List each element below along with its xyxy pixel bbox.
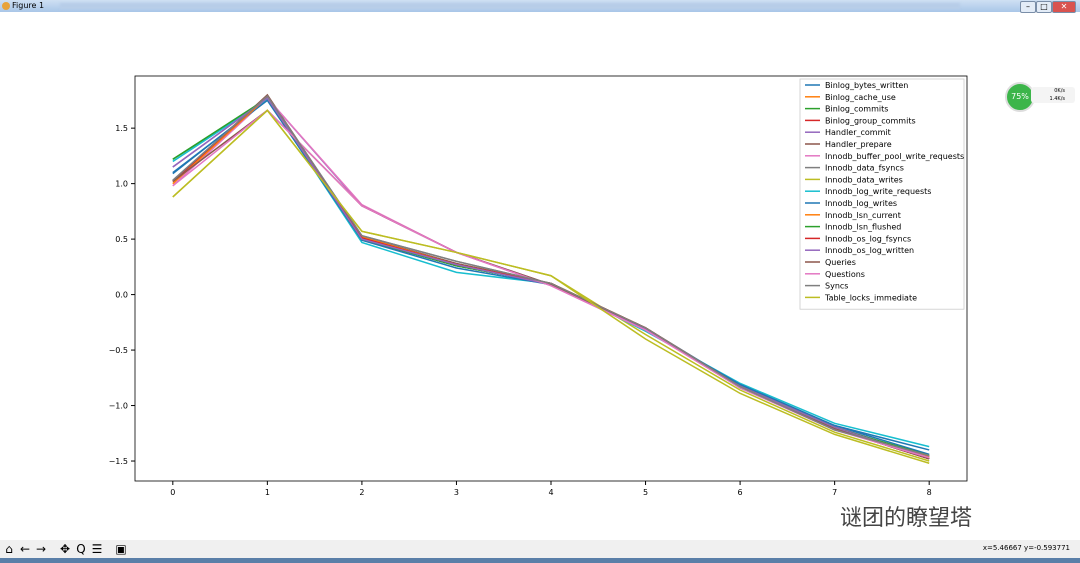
x-tick-label: 5 bbox=[643, 488, 648, 497]
legend-label: Table_locks_immediate bbox=[824, 293, 917, 302]
x-tick-label: 1 bbox=[265, 488, 270, 497]
legend-label: Innodb_data_fsyncs bbox=[825, 164, 904, 173]
navigation-toolbar: ⌂ ← → ✥ Q ☰ ▣ x=5.46667 y=-0.593771 bbox=[0, 540, 1080, 558]
x-tick-label: 7 bbox=[832, 488, 837, 497]
y-tick-label: −1.0 bbox=[109, 402, 128, 411]
window-path-blurred bbox=[60, 3, 960, 9]
y-tick-label: 1.0 bbox=[115, 180, 128, 189]
x-tick-label: 8 bbox=[927, 488, 932, 497]
upload-speed: 0K/s bbox=[1054, 88, 1065, 94]
window-title: Figure 1 bbox=[12, 1, 45, 10]
legend-label: Binlog_commits bbox=[825, 105, 888, 114]
line-chart: 0 1 2 3 4 5 6 7 8 −1.5 −1.0 −0.5 0.0 0.5 1.0 1.5 Binlog… bbox=[109, 75, 968, 497]
save-icon[interactable]: ▣ bbox=[114, 542, 128, 556]
y-tick-label: −1.5 bbox=[109, 457, 128, 466]
legend-label: Innodb_data_writes bbox=[825, 175, 903, 184]
legend-label: Syncs bbox=[825, 282, 848, 291]
x-tick-label: 0 bbox=[170, 488, 175, 497]
x-tick-label: 3 bbox=[454, 488, 459, 497]
legend-label: Innodb_buffer_pool_write_requests bbox=[825, 152, 964, 161]
legend-label: Handler_prepare bbox=[825, 140, 892, 149]
legend-label: Binlog_cache_use bbox=[825, 93, 896, 102]
legend-label: Binlog_group_commits bbox=[825, 116, 916, 125]
legend-label: Innodb_lsn_flushed bbox=[825, 223, 901, 232]
legend-label: Innodb_os_log_fsyncs bbox=[825, 234, 911, 243]
y-tick-label: 0.0 bbox=[115, 291, 128, 300]
y-tick-label: 1.5 bbox=[115, 124, 128, 133]
configure-subplots-icon[interactable]: ☰ bbox=[90, 542, 104, 556]
zoom-icon[interactable]: Q bbox=[74, 542, 88, 556]
legend-label: Queries bbox=[825, 258, 856, 267]
legend-label: Innodb_log_writes bbox=[825, 199, 897, 208]
app-icon bbox=[2, 2, 10, 10]
y-tick-label: 0.5 bbox=[115, 235, 128, 244]
y-tick-label: −0.5 bbox=[109, 346, 128, 355]
taskbar bbox=[0, 558, 1080, 563]
legend-label: Innodb_lsn_current bbox=[825, 211, 901, 220]
forward-icon[interactable]: → bbox=[34, 542, 48, 556]
pan-icon[interactable]: ✥ bbox=[58, 542, 72, 556]
cursor-coordinates: x=5.46667 y=-0.593771 bbox=[982, 544, 1070, 552]
legend-label: Innodb_log_write_requests bbox=[825, 187, 931, 196]
download-speed: 1.4K/s bbox=[1049, 96, 1065, 102]
network-monitor-widget[interactable]: 75% 0K/s 1.4K/s bbox=[1005, 82, 1075, 112]
legend-label: Innodb_os_log_written bbox=[825, 246, 914, 255]
home-icon[interactable]: ⌂ bbox=[2, 542, 16, 556]
watermark: 谜团的瞭望塔 bbox=[840, 506, 973, 531]
x-tick-label: 6 bbox=[738, 488, 743, 497]
legend-label: Binlog_bytes_written bbox=[825, 81, 908, 90]
x-tick-label: 4 bbox=[548, 488, 553, 497]
x-tick-label: 2 bbox=[359, 488, 364, 497]
legend-label: Handler_commit bbox=[825, 128, 891, 137]
back-icon[interactable]: ← bbox=[18, 542, 32, 556]
window-titlebar: Figure 1 – □ ✕ bbox=[0, 0, 1080, 13]
legend-label: Questions bbox=[825, 270, 865, 279]
